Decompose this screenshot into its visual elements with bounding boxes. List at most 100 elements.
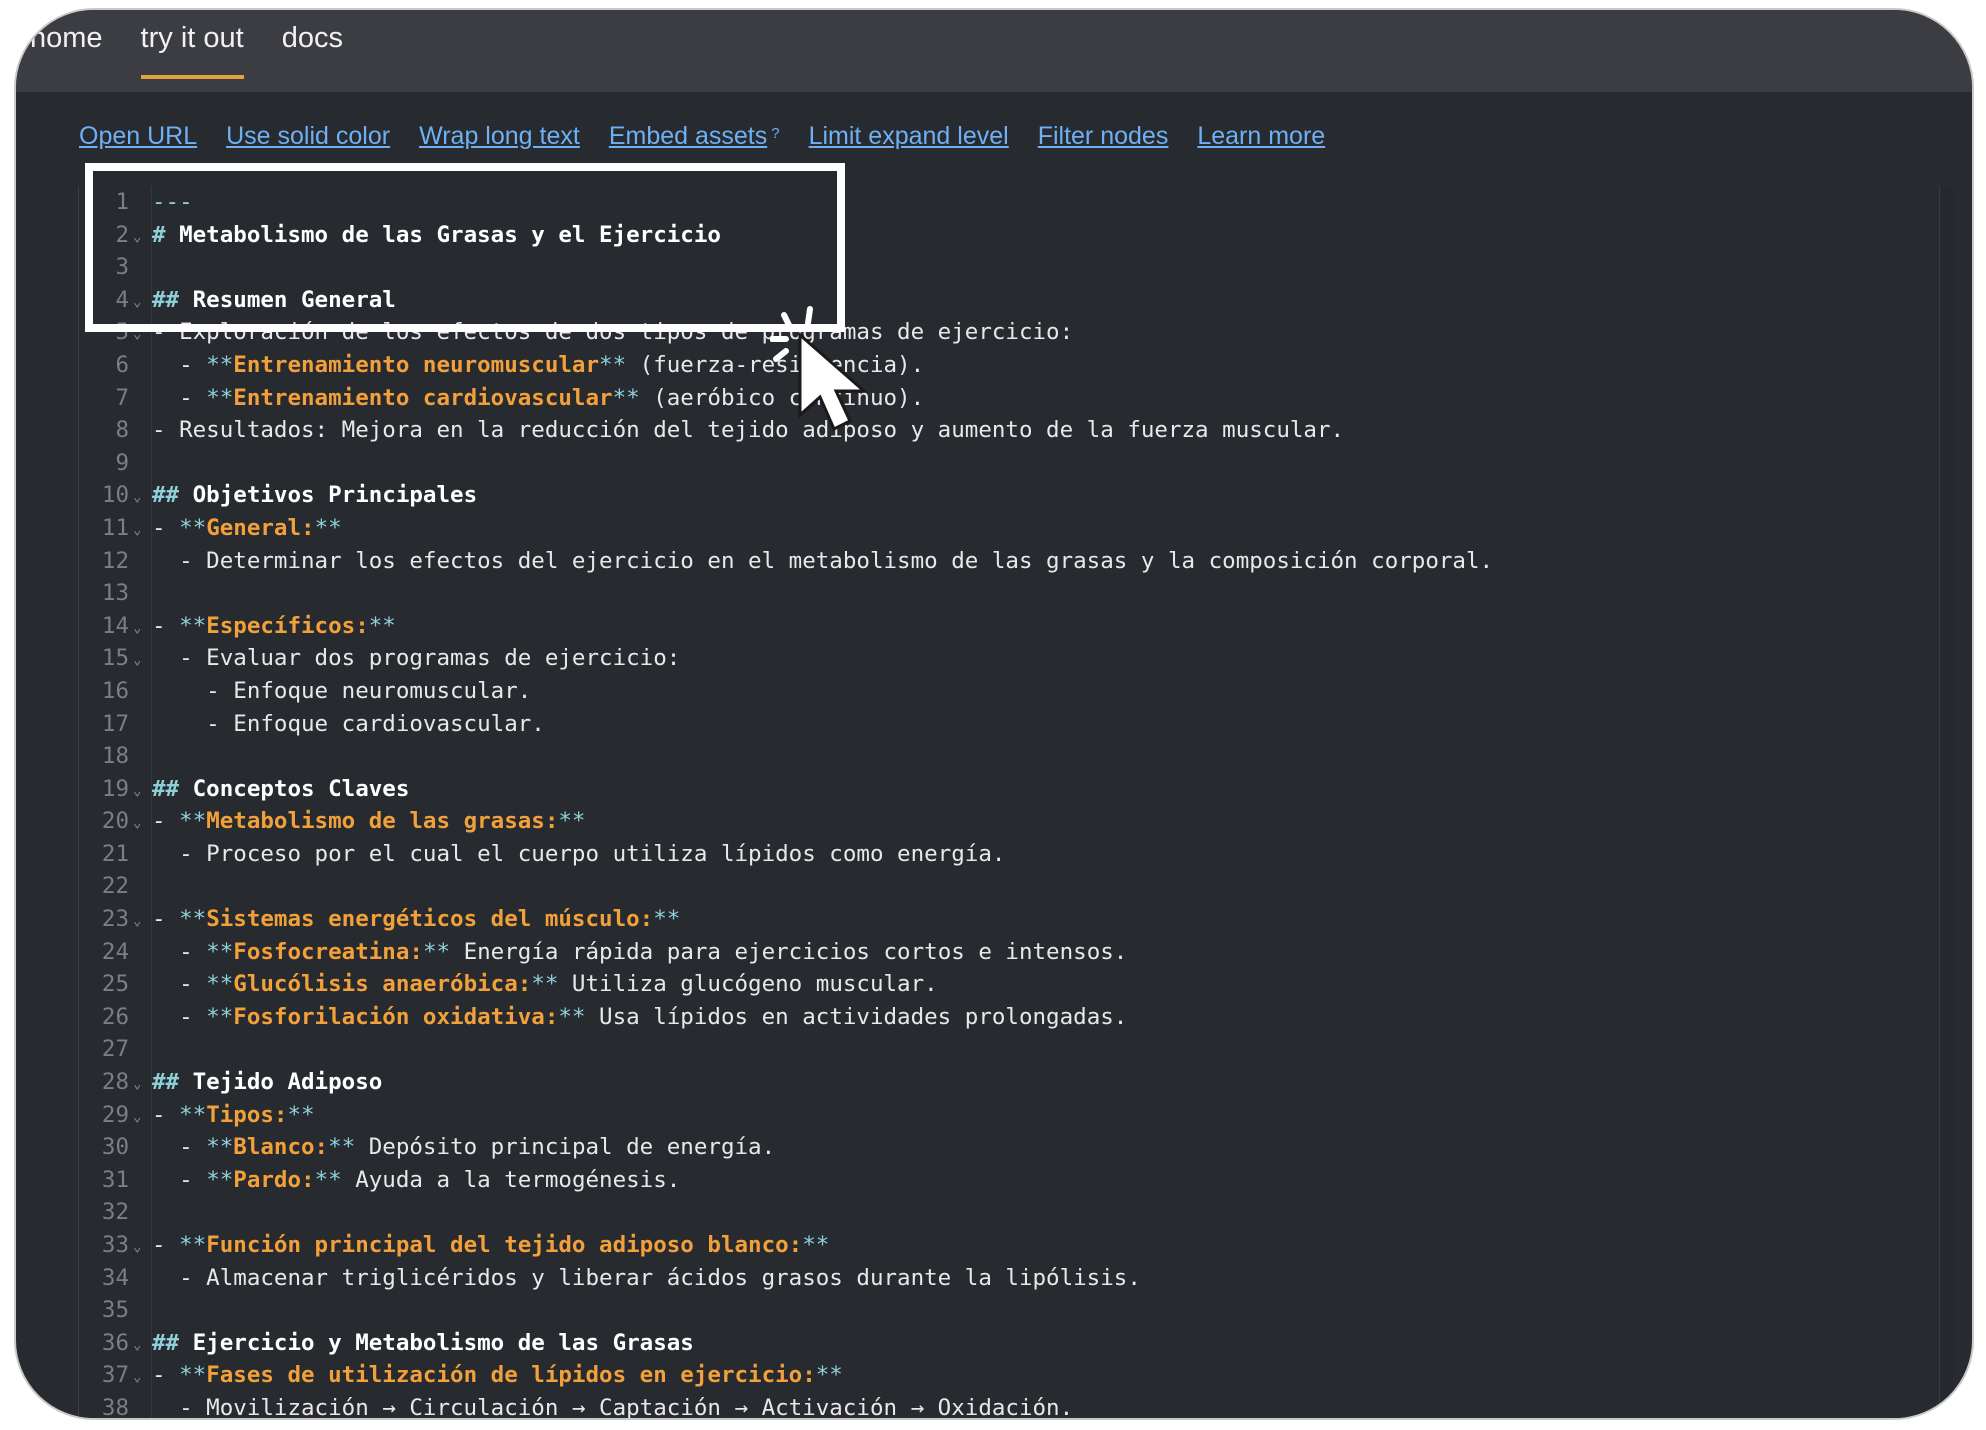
wrap-long-text-link[interactable]: Wrap long text <box>419 122 580 151</box>
code-line[interactable]: 7 - **Entrenamiento cardiovascular** (ae… <box>79 382 1938 415</box>
fold-chevron-icon[interactable]: ⌄ <box>133 1101 141 1134</box>
code-token: - <box>152 514 180 541</box>
code-line[interactable]: 32 <box>79 1196 1938 1229</box>
code-lines: 1 --- 2 ⌄ # Metabolismo de las Grasas y el E… <box>79 186 1938 1420</box>
line-number: 13 <box>101 580 129 607</box>
fold-chevron-icon[interactable]: ⌄ <box>133 1361 141 1394</box>
code-line[interactable]: 28 ⌄ ## Tejido Adiposo <box>79 1066 1938 1099</box>
line-content: - **Fosforilación oxidativa:** Usa lípid… <box>152 1001 1127 1034</box>
code-token: Ayuda a la termogénesis. <box>341 1166 681 1193</box>
code-line[interactable]: 30 - **Blanco:** Depósito principal de e… <box>79 1131 1938 1164</box>
code-token: ** <box>206 971 234 998</box>
filter-nodes-link[interactable]: Filter nodes <box>1038 122 1169 151</box>
line-content: - Almacenar triglicéridos y liberar ácid… <box>152 1262 1141 1295</box>
nav-tab-try-it-out[interactable]: try it out <box>140 22 244 79</box>
line-number: 15 <box>101 645 129 672</box>
code-line[interactable]: 26 - **Fosforilación oxidativa:** Usa lí… <box>79 1001 1938 1034</box>
embed-assets-link[interactable]: Embed assets <box>609 122 767 150</box>
line-number: 17 <box>101 710 129 737</box>
line-content: - **Glucólisis anaeróbica:** Utiliza glu… <box>152 968 938 1001</box>
code-line[interactable]: 21 - Proceso por el cual el cuerpo utili… <box>79 838 1938 871</box>
line-number: 10 <box>101 482 129 509</box>
open-url-link[interactable]: Open URL <box>79 122 197 151</box>
vertical-scrollbar[interactable] <box>1939 186 1954 1418</box>
code-line[interactable]: 22 <box>79 870 1938 903</box>
line-content: - **Blanco:** Depósito principal de ener… <box>152 1131 775 1164</box>
fold-chevron-icon[interactable]: ⌄ <box>133 807 141 840</box>
code-line[interactable]: 31 - **Pardo:** Ayuda a la termogénesis. <box>79 1164 1938 1197</box>
code-token: ** <box>314 514 342 541</box>
code-line[interactable]: 17 - Enfoque cardiovascular. <box>79 708 1938 741</box>
code-line[interactable]: 24 - **Fosfocreatina:** Energía rápida p… <box>79 936 1938 969</box>
code-token: ** <box>328 1134 356 1161</box>
code-line[interactable]: 36 ⌄ ## Ejercicio y Metabolismo de las Gra… <box>79 1327 1938 1360</box>
limit-expand-level-link[interactable]: Limit expand level <box>809 122 1009 151</box>
code-token: ** <box>815 1362 843 1389</box>
code-line[interactable]: 10 ⌄ ## Objetivos Principales <box>79 479 1938 512</box>
nav-tab-docs[interactable]: docs <box>282 22 343 73</box>
fold-chevron-icon[interactable]: ⌄ <box>133 644 141 677</box>
code-line[interactable]: 27 <box>79 1033 1938 1066</box>
code-line[interactable]: 13 <box>79 577 1938 610</box>
code-line[interactable]: 23 ⌄ - **Sistemas energéticos del músculo:… <box>79 903 1938 936</box>
code-line[interactable]: 8 - Resultados: Mejora en la reducción de… <box>79 414 1938 447</box>
line-number: 12 <box>101 547 129 574</box>
code-line[interactable]: 37 ⌄ - **Fases de utilización de lípidos e… <box>79 1359 1938 1392</box>
line-content: ## Objetivos Principales <box>152 479 477 512</box>
line-content: - **Sistemas energéticos del músculo:** <box>152 903 680 936</box>
line-number: 26 <box>101 1003 129 1030</box>
fold-chevron-icon[interactable]: ⌄ <box>133 905 141 938</box>
fold-chevron-icon[interactable]: ⌄ <box>133 1231 141 1264</box>
code-token: Entrenamiento neuromuscular <box>233 351 600 378</box>
fold-chevron-icon[interactable]: ⌄ <box>133 1068 141 1101</box>
code-line[interactable]: 38 - Movilización → Circulación → Captac… <box>79 1392 1938 1420</box>
top-navigation-bar: home try it out docs <box>16 10 1972 92</box>
code-token: Usa lípidos en actividades prolongadas. <box>585 1003 1128 1030</box>
code-token: ## <box>152 1329 193 1356</box>
code-line[interactable]: 25 - **Glucólisis anaeróbica:** Utiliza … <box>79 968 1938 1001</box>
code-line[interactable]: 11 ⌄ - **General:** <box>79 512 1938 545</box>
code-token: Tipos: <box>206 1101 288 1128</box>
line-content: - Evaluar dos programas de ejercicio: <box>152 642 680 675</box>
line-number: 16 <box>101 677 129 704</box>
code-line[interactable]: 18 <box>79 740 1938 773</box>
code-line[interactable]: 9 <box>79 447 1938 480</box>
code-line[interactable]: 14 ⌄ - **Específicos:** <box>79 610 1938 643</box>
code-token: ** <box>599 351 627 378</box>
code-line[interactable]: 34 - Almacenar triglicéridos y liberar á… <box>79 1262 1938 1295</box>
line-content: - **Fosfocreatina:** Energía rápida para… <box>152 936 1127 969</box>
line-number: 25 <box>101 971 129 998</box>
code-line[interactable]: 16 - Enfoque neuromuscular. <box>79 675 1938 708</box>
line-number: 38 <box>101 1394 129 1420</box>
code-token: - <box>152 808 180 835</box>
fold-chevron-icon[interactable]: ⌄ <box>133 775 141 808</box>
code-line[interactable]: 33 ⌄ - **Función principal del tejido adip… <box>79 1229 1938 1262</box>
code-line[interactable]: 19 ⌄ ## Conceptos Claves <box>79 773 1938 806</box>
fold-chevron-icon[interactable]: ⌄ <box>133 612 141 645</box>
learn-more-link[interactable]: Learn more <box>1197 122 1325 151</box>
code-line[interactable]: 12 - Determinar los efectos del ejercici… <box>79 545 1938 578</box>
use-solid-color-link[interactable]: Use solid color <box>226 122 390 151</box>
code-token: Específicos: <box>206 612 369 639</box>
code-token: Fosfocreatina: <box>233 938 423 965</box>
code-token: ** <box>179 1362 207 1389</box>
nav-tab-home[interactable]: home <box>30 22 103 73</box>
line-number: 18 <box>101 743 129 770</box>
fold-chevron-icon[interactable]: ⌄ <box>133 514 141 547</box>
code-line[interactable]: 15 ⌄ - Evaluar dos programas de ejercicio… <box>79 642 1938 675</box>
embed-assets-help-icon[interactable]: ? <box>771 125 779 142</box>
code-token: - <box>152 1232 180 1258</box>
line-number: 36 <box>101 1329 129 1356</box>
code-token: - <box>152 351 207 378</box>
line-number: 9 <box>115 449 129 476</box>
fold-chevron-icon[interactable]: ⌄ <box>133 481 141 514</box>
line-number: 35 <box>101 1297 129 1324</box>
code-token: ** <box>531 971 559 998</box>
code-line[interactable]: 29 ⌄ - **Tipos:** <box>79 1099 1938 1132</box>
code-line[interactable]: 20 ⌄ - **Metabolismo de las grasas:** <box>79 805 1938 838</box>
code-line[interactable]: 6 - **Entrenamiento neuromuscular** (fue… <box>79 349 1938 382</box>
markdown-editor[interactable]: 1 --- 2 ⌄ # Metabolismo de las Grasas y el E… <box>78 186 1954 1418</box>
fold-chevron-icon[interactable]: ⌄ <box>133 1329 141 1362</box>
code-token: ** <box>287 1101 315 1128</box>
code-line[interactable]: 35 <box>79 1294 1938 1327</box>
